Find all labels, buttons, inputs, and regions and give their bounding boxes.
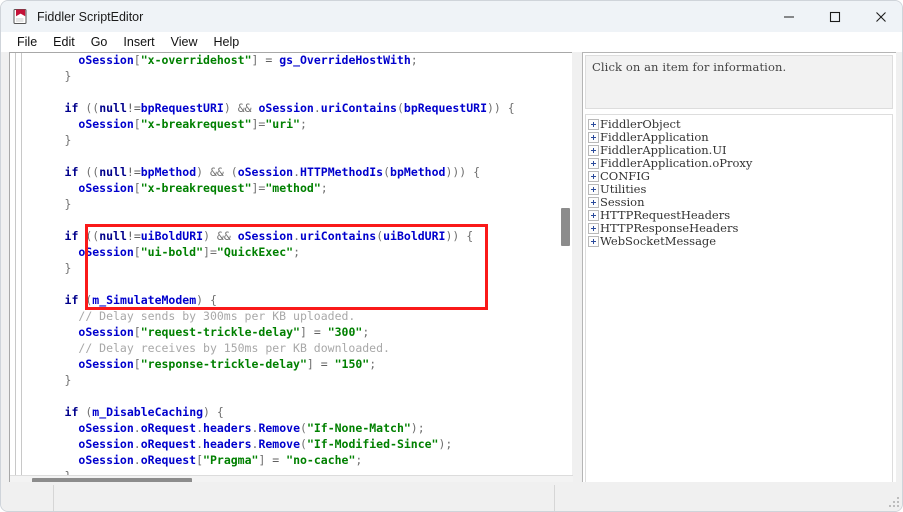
- window-controls: [766, 1, 902, 32]
- code-line: oSession.oRequest.headers.Remove("If-Non…: [78, 421, 425, 435]
- expand-plus-icon[interactable]: [588, 223, 599, 234]
- editor-vertical-scrollbar-thumb[interactable]: [561, 208, 570, 246]
- code-line: oSession["ui-bold"]="QuickExec";: [78, 245, 300, 259]
- code-line: if ((null!=uiBoldURI) && oSession.uriCon…: [64, 229, 474, 243]
- status-bar: [1, 482, 902, 511]
- expand-plus-icon[interactable]: [588, 236, 599, 247]
- expand-plus-icon[interactable]: [588, 210, 599, 221]
- info-panel-text: Click on an item for information.: [592, 60, 787, 74]
- expand-plus-icon[interactable]: [588, 132, 599, 143]
- expand-plus-icon[interactable]: [588, 184, 599, 195]
- menu-item-go[interactable]: Go: [83, 34, 116, 51]
- code-line: oSession["x-breakrequest"]="method";: [78, 181, 328, 195]
- expand-plus-icon[interactable]: [588, 197, 599, 208]
- expand-plus-icon[interactable]: [588, 145, 599, 156]
- code-line: oSession.oRequest.headers.Remove("If-Mod…: [78, 437, 453, 451]
- resize-grip-icon[interactable]: [889, 497, 901, 509]
- code-line: oSession["request-trickle-delay"] = "300…: [78, 325, 370, 339]
- code-editor-pane: oSession["x-overridehost"] = gs_Override…: [9, 52, 573, 489]
- code-scroll-viewport[interactable]: oSession["x-overridehost"] = gs_Override…: [23, 53, 559, 482]
- code-line: oSession["x-breakrequest"]="uri";: [78, 117, 307, 131]
- code-line: oSession["x-overridehost"] = gs_Override…: [78, 53, 418, 67]
- code-line: oSession["response-trickle-delay"] = "15…: [78, 357, 377, 371]
- fiddler-scripteditor-window: Fiddler ScriptEditor File Edit Go Insert…: [0, 0, 903, 512]
- code-line: }: [64, 69, 72, 83]
- fiddler-notepad-icon: [12, 8, 28, 25]
- menu-bar: File Edit Go Insert View Help: [1, 32, 902, 52]
- status-cell-1: [53, 485, 555, 511]
- menu-item-file[interactable]: File: [9, 34, 45, 51]
- tree-item[interactable]: WebSocketMessage: [588, 235, 892, 248]
- main-content: oSession["x-overridehost"] = gs_Override…: [1, 52, 902, 489]
- code-line: // Delay sends by 300ms per KB uploaded.: [78, 309, 356, 323]
- code-text[interactable]: oSession["x-overridehost"] = gs_Override…: [23, 53, 515, 482]
- code-line: }: [64, 373, 72, 387]
- code-line: if (m_SimulateModem) {: [64, 293, 217, 307]
- code-line: if ((null!=bpRequestURI) && oSession.uri…: [64, 101, 515, 115]
- editor-gutter-outer: [10, 53, 16, 482]
- maximize-icon[interactable]: [812, 1, 858, 32]
- code-line: if ((null!=bpMethod) && (oSession.HTTPMe…: [64, 165, 481, 179]
- tree-item-label: WebSocketMessage: [600, 234, 717, 248]
- minimize-icon[interactable]: [766, 1, 812, 32]
- object-tree[interactable]: FiddlerObject FiddlerApplication FiddlerAp…: [585, 114, 893, 488]
- menu-item-view[interactable]: View: [163, 34, 206, 51]
- code-line: oSession.oRequest["Pragma"] = "no-cache"…: [78, 453, 363, 467]
- expand-plus-icon[interactable]: [588, 158, 599, 169]
- code-line: if (m_DisableCaching) {: [64, 405, 224, 419]
- menu-item-edit[interactable]: Edit: [45, 34, 83, 51]
- expand-plus-icon[interactable]: [588, 171, 599, 182]
- window-title: Fiddler ScriptEditor: [37, 9, 144, 24]
- editor-gutter-inner: [17, 53, 22, 482]
- help-pane: Click on an item for information. Fiddle…: [582, 52, 896, 489]
- code-line: }: [64, 133, 72, 147]
- menu-item-help[interactable]: Help: [206, 34, 248, 51]
- status-cell-2: [554, 485, 902, 511]
- close-icon[interactable]: [858, 1, 902, 32]
- code-line: // Delay receives by 150ms per KB downlo…: [78, 341, 390, 355]
- editor-vertical-scrollbar[interactable]: [558, 53, 572, 482]
- expand-plus-icon[interactable]: [588, 119, 599, 130]
- info-panel: Click on an item for information.: [585, 55, 893, 109]
- menu-item-insert[interactable]: Insert: [115, 34, 162, 51]
- title-bar: Fiddler ScriptEditor: [1, 1, 902, 32]
- code-line: }: [64, 261, 72, 275]
- code-line: }: [64, 197, 72, 211]
